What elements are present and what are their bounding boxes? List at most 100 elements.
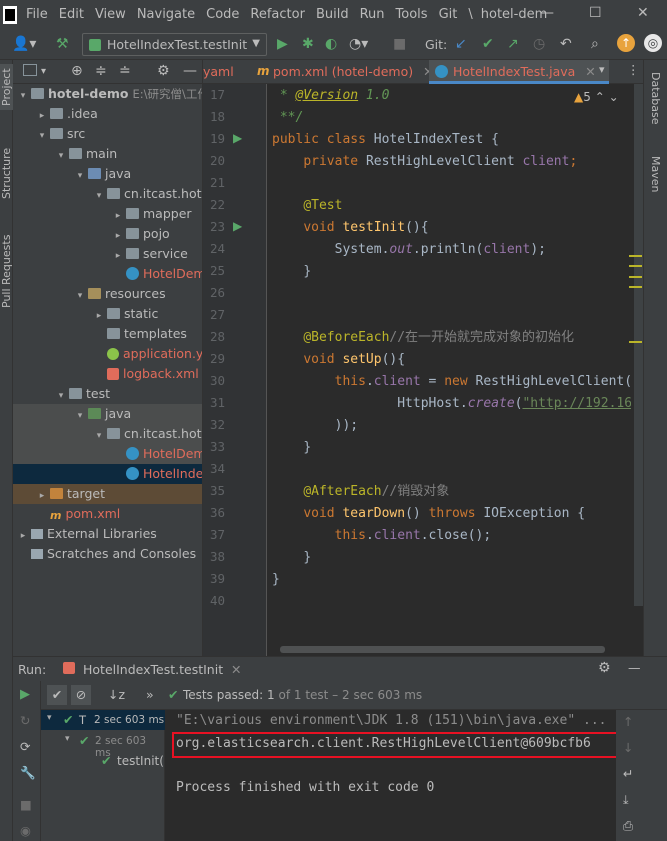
- chevron-up-icon[interactable]: ⌃: [595, 90, 605, 104]
- chevron-right-icon[interactable]: ▸: [112, 206, 124, 226]
- chevron-down-icon[interactable]: ▾: [74, 286, 86, 306]
- pull-requests-tool-tab[interactable]: Pull Requests: [0, 226, 13, 316]
- run-config-selector[interactable]: HotelIndexTest.testInit ▼: [82, 33, 267, 56]
- run-tab-label[interactable]: HotelIndexTest.testInit: [83, 662, 223, 677]
- project-tree-item[interactable]: HotelIndexTest: [13, 464, 202, 484]
- project-tree-item[interactable]: application.yaml: [13, 344, 202, 364]
- show-passed-toggle[interactable]: ✔: [47, 685, 67, 705]
- stop-icon[interactable]: ■: [393, 36, 406, 52]
- error-stripe-mark[interactable]: [629, 341, 642, 343]
- expand-all-icon[interactable]: ≑: [95, 63, 107, 79]
- stop-icon[interactable]: ■: [20, 797, 32, 812]
- run-icon[interactable]: ▶: [277, 36, 288, 52]
- search-icon[interactable]: ⌕: [591, 36, 599, 52]
- chevron-down-icon[interactable]: ▾: [55, 146, 67, 166]
- project-tree-item[interactable]: ▾ java: [13, 404, 202, 424]
- chevron-right-icon[interactable]: ▸: [112, 246, 124, 266]
- up-icon[interactable]: ↑: [623, 714, 633, 729]
- soft-wrap-icon[interactable]: ↵: [623, 766, 633, 781]
- git-push-icon[interactable]: ↗: [507, 36, 519, 52]
- menu-file[interactable]: File: [26, 7, 48, 22]
- more-actions-icon[interactable]: »: [146, 687, 154, 702]
- hide-icon[interactable]: —: [628, 660, 641, 675]
- menu-run[interactable]: Run: [360, 7, 385, 22]
- menu-edit[interactable]: Edit: [59, 7, 84, 22]
- chevron-down-icon[interactable]: ▾: [41, 64, 46, 80]
- rerun-failed-icon[interactable]: ↻: [20, 713, 30, 728]
- tab-yaml[interactable]: yaml: [203, 60, 234, 84]
- menu-git[interactable]: Git: [439, 7, 458, 22]
- git-commit-icon[interactable]: ✔: [482, 36, 494, 52]
- chevron-right-icon[interactable]: ▸: [112, 226, 124, 246]
- project-tree-item[interactable]: ▾ java: [13, 164, 202, 186]
- maven-tool-tab[interactable]: Maven: [649, 156, 662, 192]
- chevron-down-icon[interactable]: ▾: [93, 186, 105, 206]
- collapse-all-icon[interactable]: ≐: [119, 63, 131, 79]
- menu-code[interactable]: Code: [206, 7, 239, 22]
- project-tree-item[interactable]: ▾ resources: [13, 284, 202, 306]
- coverage-icon[interactable]: ◐: [325, 36, 337, 52]
- run-gutter-icon[interactable]: ▶: [233, 219, 247, 233]
- project-tree-item[interactable]: ▾ hotel-demoE:\研究僧\工作相关: [13, 84, 202, 104]
- menu-navigate[interactable]: Navigate: [137, 7, 195, 22]
- warning-indicator[interactable]: ▲5 ⌃ ⌄: [574, 90, 619, 104]
- project-tree-item[interactable]: HotelDemoApp: [13, 264, 202, 284]
- project-tree-item[interactable]: ▾ cn.itcast.hotel: [13, 424, 202, 446]
- project-tree-item[interactable]: ▸ static: [13, 304, 202, 324]
- run-gutter-icon[interactable]: ▶: [233, 131, 247, 145]
- menu-tools[interactable]: Tools: [396, 7, 428, 22]
- git-update-icon[interactable]: ↙: [455, 36, 467, 52]
- camera-icon[interactable]: ◉: [20, 823, 31, 838]
- wrench-icon[interactable]: 🔧: [20, 765, 36, 781]
- menu-build[interactable]: Build: [316, 7, 349, 22]
- chevron-right-icon[interactable]: ▸: [36, 106, 48, 126]
- project-tree-item[interactable]: logback.xml: [13, 364, 202, 384]
- gear-icon[interactable]: ⚙: [157, 63, 170, 79]
- minimize-button[interactable]: —: [540, 5, 554, 21]
- chevron-right-icon[interactable]: ▸: [17, 526, 29, 546]
- project-tree-item[interactable]: Scratches and Consoles: [13, 544, 202, 564]
- project-tree-item[interactable]: ▾ cn.itcast.hotel: [13, 184, 202, 206]
- editor-horizontal-scrollbar[interactable]: [268, 644, 638, 654]
- project-tree-item[interactable]: ▸ target: [13, 484, 202, 504]
- project-tree-item[interactable]: ▸ External Libraries: [13, 524, 202, 546]
- hide-icon[interactable]: —: [183, 63, 197, 79]
- project-tree-item[interactable]: m pom.xml: [13, 504, 202, 524]
- error-stripe-mark[interactable]: [629, 255, 642, 257]
- project-tree-item[interactable]: ▾ test: [13, 384, 202, 406]
- close-icon[interactable]: ✕: [231, 662, 241, 677]
- project-tree-item[interactable]: ▾ main: [13, 144, 202, 166]
- chevron-down-icon[interactable]: ⌄: [609, 90, 619, 104]
- project-tree-item[interactable]: ▸ .idea: [13, 104, 202, 126]
- test-tree-method[interactable]: ✔ testInit(: [41, 751, 165, 771]
- project-tool-tab[interactable]: Project: [0, 64, 13, 110]
- structure-tool-tab[interactable]: Structure: [0, 140, 13, 206]
- show-ignored-toggle[interactable]: ⊘: [71, 685, 91, 705]
- chevron-down-icon[interactable]: ▾: [599, 63, 605, 76]
- project-tree-item[interactable]: ▸ pojo: [13, 224, 202, 246]
- database-tool-tab[interactable]: Database: [649, 72, 662, 125]
- chevron-down-icon[interactable]: ▾: [93, 426, 105, 446]
- chevron-down-icon[interactable]: ▾: [74, 166, 86, 186]
- history-icon[interactable]: ◷: [533, 36, 545, 52]
- print-icon[interactable]: ⎙: [623, 818, 633, 834]
- chevron-down-icon[interactable]: ▾: [55, 386, 67, 406]
- build-hammer-icon[interactable]: ⚒: [56, 36, 69, 52]
- jetbrains-icon[interactable]: ◎: [644, 34, 662, 52]
- tab-pom-xml[interactable]: m pom.xml (hotel-demo) ✕: [231, 60, 434, 84]
- project-tree-item[interactable]: ▸ service: [13, 244, 202, 266]
- rollback-icon[interactable]: ↶: [560, 36, 572, 52]
- project-view-icon[interactable]: [23, 64, 37, 76]
- project-tree-item[interactable]: HotelDemoApp: [13, 444, 202, 464]
- scroll-to-end-icon[interactable]: ⤓: [623, 792, 629, 808]
- tab-hotel-index-test[interactable]: HotelIndexTest.java ✕: [429, 60, 609, 84]
- toggle-auto-test-icon[interactable]: ⟳: [20, 739, 30, 754]
- error-stripe-mark[interactable]: [629, 286, 642, 288]
- menu-view[interactable]: View: [95, 7, 126, 22]
- test-tree-root[interactable]: ▾ ✔ T 2 sec 603 ms: [41, 710, 165, 730]
- maximize-button[interactable]: ☐: [589, 5, 602, 21]
- rerun-icon[interactable]: ▶: [20, 687, 30, 702]
- editor-vertical-scrollbar[interactable]: [634, 84, 643, 606]
- chevron-down-icon[interactable]: ▾: [36, 126, 48, 146]
- debug-icon[interactable]: ✱: [302, 36, 314, 52]
